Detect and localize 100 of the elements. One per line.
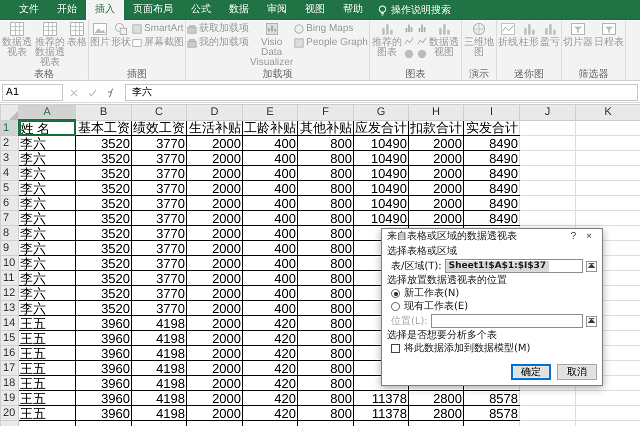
row-header[interactable]: 5 (0, 180, 18, 196)
table-cell: 400 (274, 242, 296, 254)
table-cell: 2000 (212, 152, 241, 164)
row-header[interactable]: 7 (0, 210, 18, 226)
table-cell: 李六 (20, 226, 46, 240)
table-cell: 2000 (212, 376, 241, 390)
row-header[interactable]: 13 (0, 300, 18, 316)
checkbox-label[interactable]: 将此数据添加到数据模型(M) (404, 343, 530, 354)
line-chart-icon[interactable] (404, 36, 414, 46)
row-header[interactable]: 16 (0, 346, 18, 360)
tell-me-search[interactable]: 操作说明搜索 (391, 3, 451, 17)
row-header[interactable]: 11 (0, 270, 18, 286)
table-cell: 2000 (212, 166, 241, 180)
formula-field[interactable]: 李六 (125, 84, 638, 101)
table-cell: 3770 (156, 256, 185, 270)
bar-chart-icon[interactable] (416, 23, 427, 33)
table-cell: 3960 (101, 346, 130, 360)
column-header[interactable]: C (132, 104, 186, 120)
row-header[interactable]: 17 (0, 360, 18, 376)
row-header[interactable]: 6 (0, 196, 18, 210)
column-header[interactable]: F (298, 104, 354, 120)
ribbon-tab[interactable]: 开始 (48, 0, 86, 20)
table-cell: 400 (274, 152, 296, 164)
row-header[interactable]: 20 (0, 406, 18, 420)
name-box[interactable]: A1 (2, 84, 63, 101)
table-cell: 4198 (156, 376, 185, 390)
ribbon-tab[interactable]: 数据 (220, 0, 258, 20)
close-button[interactable]: × (581, 231, 597, 242)
option-label[interactable]: 新工作表(N) (404, 288, 460, 299)
row-header[interactable]: 18 (0, 376, 18, 390)
table-cell: 3960 (101, 316, 130, 330)
cancel-button[interactable]: 取消 (557, 364, 597, 380)
bar-chart-icon[interactable] (404, 23, 414, 33)
table-cell: 2000 (433, 212, 462, 224)
table-cell: 800 (330, 212, 352, 224)
ribbon-tab[interactable]: 审阅 (258, 0, 296, 20)
ribbon-group-label: 筛选器 (577, 70, 610, 80)
row-header[interactable]: 4 (0, 166, 18, 180)
ok-button[interactable]: 确定 (511, 364, 551, 380)
row-header[interactable]: 19 (0, 390, 18, 406)
table-cell: 2800 (433, 392, 462, 404)
table-cell: 2000 (212, 406, 241, 420)
table-cell: 2000 (433, 152, 462, 164)
row-header[interactable]: 12 (0, 286, 18, 300)
row-header[interactable]: 1 (0, 120, 18, 136)
column-header[interactable]: E (242, 104, 298, 120)
range-field[interactable]: Sheet1!$A$1:$I$37 (444, 259, 583, 273)
table-cell: 李六 (20, 242, 46, 254)
ribbon-tab[interactable]: 公式 (182, 0, 220, 20)
row-header[interactable]: 3 (0, 150, 18, 166)
line-chart-icon[interactable] (416, 36, 427, 46)
checkbox[interactable] (391, 344, 400, 353)
table-cell: 3770 (156, 152, 185, 164)
table-cell: 2000 (212, 272, 241, 284)
radio-button[interactable] (391, 289, 400, 298)
column-header[interactable]: B (76, 104, 132, 120)
collapse-icon[interactable] (586, 316, 597, 326)
table-cell: 400 (274, 196, 296, 210)
radio-button[interactable] (391, 302, 400, 311)
ribbon-tab[interactable]: 文件 (10, 0, 48, 20)
ribbon-group-label: 表格 (33, 70, 55, 80)
ribbon-tab[interactable]: 视图 (296, 0, 334, 20)
collapse-icon[interactable] (586, 260, 597, 272)
table-cell: 王五 (20, 376, 46, 390)
table-cell: 2000 (212, 182, 241, 194)
table-cell: 扣款合计 (410, 120, 462, 135)
ribbon-tab[interactable]: 页面布局 (124, 0, 182, 20)
help-button[interactable]: ? (566, 231, 582, 242)
table-cell: 420 (274, 316, 296, 330)
table-cell: 李六 (20, 136, 46, 150)
column-header[interactable]: I (464, 104, 520, 120)
row-header[interactable]: 15 (0, 330, 18, 346)
table-cell: 3770 (156, 272, 185, 284)
table-cell: 3770 (156, 226, 185, 240)
column-header[interactable]: K (576, 104, 640, 120)
column-header[interactable]: H (408, 104, 464, 120)
row-header[interactable]: 9 (0, 240, 18, 256)
row-header[interactable]: 10 (0, 256, 18, 270)
table-cell: 2000 (212, 256, 241, 270)
ribbon-tab[interactable]: 插入 (86, 0, 124, 20)
table-cell: 11378 (372, 392, 407, 404)
row-header[interactable]: 14 (0, 316, 18, 330)
row-header[interactable]: 8 (0, 226, 18, 240)
column-header[interactable]: J (520, 104, 576, 120)
table-cell: 800 (330, 362, 352, 374)
location-field[interactable] (430, 314, 583, 328)
table-cell: 王五 (20, 362, 46, 374)
table-cell: 2000 (433, 182, 462, 194)
table-cell: 400 (274, 256, 296, 270)
table-cell: 李六 (20, 256, 46, 270)
column-header[interactable]: D (186, 104, 242, 120)
table-cell: 8490 (489, 196, 518, 210)
row-header[interactable]: 2 (0, 136, 18, 150)
option-label[interactable]: 现有工作表(E) (404, 301, 468, 312)
ribbon-tab[interactable]: 帮助 (334, 0, 372, 20)
table-cell: 3520 (101, 166, 130, 180)
column-header[interactable]: G (354, 104, 408, 120)
table-cell: 李六 (20, 182, 46, 194)
column-header[interactable]: A (18, 104, 76, 120)
table-cell: 4198 (156, 362, 185, 374)
